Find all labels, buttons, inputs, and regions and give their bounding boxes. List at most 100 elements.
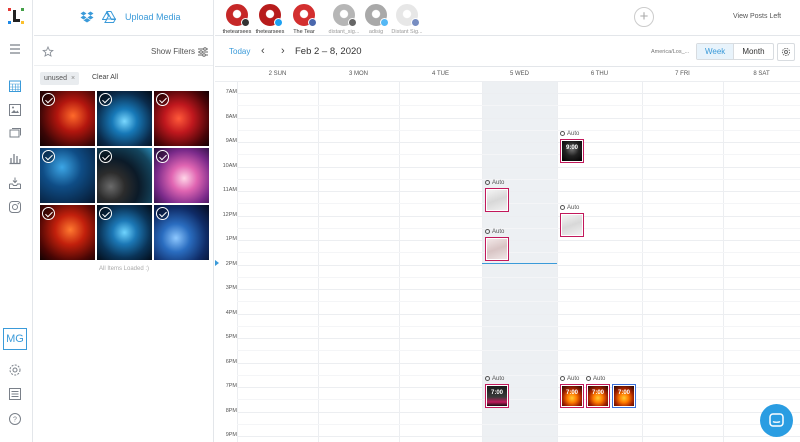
media-thumbnail[interactable] <box>97 91 152 146</box>
google-drive-icon[interactable] <box>101 10 117 24</box>
help-icon[interactable]: ? <box>8 412 22 426</box>
twitter-icon <box>274 18 283 27</box>
select-check-icon[interactable] <box>156 207 169 220</box>
scheduled-post[interactable]: Auto <box>485 228 509 261</box>
month-view-button[interactable]: Month <box>734 44 772 59</box>
current-time-line <box>482 263 557 264</box>
hour-line <box>237 313 800 315</box>
scheduled-post[interactable]: Auto 7:00 <box>586 375 610 408</box>
scheduled-post[interactable]: Auto 9:00 <box>560 130 584 163</box>
dropbox-icon[interactable] <box>80 10 94 24</box>
show-filters-button[interactable]: Show Filters <box>151 47 195 56</box>
hour-line <box>237 142 800 143</box>
scheduled-post[interactable]: Auto <box>560 204 584 237</box>
profile-twitter[interactable]: adisig <box>364 4 389 35</box>
select-check-icon[interactable] <box>156 150 169 163</box>
instagram-icon[interactable] <box>8 200 22 214</box>
favorites-star-icon[interactable] <box>42 45 54 57</box>
profile-facebook[interactable]: Distant Sig... <box>391 4 423 35</box>
user-avatar[interactable]: MG <box>3 328 27 350</box>
all-items-loaded-text: All Items Loaded :) <box>98 266 150 272</box>
post-preview[interactable]: 7:00 <box>485 384 509 408</box>
post-preview[interactable]: 7:00 <box>612 384 636 408</box>
post-preview[interactable]: 9:00 <box>560 139 584 163</box>
media-thumbnail[interactable] <box>154 148 209 203</box>
select-check-icon[interactable] <box>42 93 55 106</box>
post-image: 9:00 <box>562 141 582 161</box>
calendar-settings-icon[interactable] <box>777 43 795 61</box>
media-thumbnail[interactable] <box>97 205 152 260</box>
post-image: 7:00 <box>614 386 634 406</box>
scheduled-post[interactable]: Auto 7:00 <box>560 375 584 408</box>
filter-tag[interactable]: unused × <box>40 72 80 85</box>
analytics-icon[interactable] <box>8 151 22 165</box>
chat-support-button[interactable] <box>760 404 793 437</box>
remove-tag-icon[interactable]: × <box>71 75 75 82</box>
select-check-icon[interactable] <box>99 93 112 106</box>
select-check-icon[interactable] <box>156 93 169 106</box>
media-library-icon[interactable] <box>8 103 22 117</box>
filter-sliders-icon[interactable] <box>197 45 209 57</box>
post-preview[interactable]: 7:00 <box>560 384 584 408</box>
hour-line <box>237 387 800 388</box>
media-thumbnail[interactable] <box>97 148 152 203</box>
profile-twitter[interactable]: thetearsees <box>256 4 284 35</box>
scheduled-post[interactable]: Auto 7:00 <box>485 375 509 408</box>
clear-all-button[interactable]: Clear All <box>92 74 118 81</box>
list-icon[interactable] <box>8 387 22 401</box>
hour-line <box>237 338 800 339</box>
hour-label: 10AM <box>222 162 237 169</box>
post-preview[interactable] <box>560 212 584 237</box>
post-preview[interactable] <box>485 188 509 212</box>
previous-week-icon[interactable]: ‹ <box>261 45 265 57</box>
calendar-icon[interactable] <box>8 79 22 93</box>
next-week-icon[interactable]: › <box>281 45 285 57</box>
app-logo[interactable] <box>6 6 26 26</box>
select-check-icon[interactable] <box>42 150 55 163</box>
auto-publish-label: Auto <box>560 204 584 213</box>
select-check-icon[interactable] <box>42 207 55 220</box>
add-profile-button[interactable]: + <box>634 7 654 27</box>
messages-icon[interactable] <box>8 127 22 141</box>
inbox-icon[interactable] <box>8 176 22 190</box>
date-range: Feb 2 – 8, 2020 <box>295 46 362 57</box>
scheduled-post[interactable]: 7:00 <box>612 375 636 408</box>
hour-line <box>237 93 800 94</box>
media-thumbnail[interactable] <box>154 205 209 260</box>
media-thumbnail[interactable] <box>40 205 95 260</box>
day-header: 3 MON <box>348 71 368 77</box>
scheduled-post[interactable]: Auto <box>485 179 509 212</box>
profile-facebook[interactable]: The Tear <box>292 4 317 35</box>
calendar-toolbar: Today ‹ › Feb 2 – 8, 2020 America/Los_..… <box>215 37 800 67</box>
profile-avatar <box>259 4 283 27</box>
profile-instagram[interactable]: thetearsees <box>223 4 251 35</box>
media-thumbnail[interactable] <box>40 148 95 203</box>
view-posts-left-button[interactable]: View Posts Left <box>733 13 781 20</box>
hour-line <box>237 166 800 168</box>
upload-media-button[interactable]: Upload Media <box>125 12 181 22</box>
left-rail: MG ? <box>0 0 33 442</box>
media-thumbnail[interactable] <box>40 91 95 146</box>
auto-publish-label: Auto <box>485 375 509 384</box>
profile-instagram[interactable]: distant_sig... <box>329 4 359 35</box>
half-hour-line <box>237 350 800 352</box>
day-header: 2 SUN <box>268 71 287 77</box>
post-image <box>562 214 582 235</box>
today-button[interactable]: Today <box>229 47 250 56</box>
select-check-icon[interactable] <box>99 150 112 163</box>
auto-publish-label: Auto <box>560 130 584 139</box>
auto-publish-icon <box>485 180 490 185</box>
week-view-button[interactable]: Week <box>697 44 735 59</box>
settings-gear-icon[interactable] <box>8 363 22 377</box>
view-toggle: Week Month <box>696 43 774 60</box>
menu-icon[interactable] <box>8 42 22 56</box>
auto-label: Auto <box>492 376 505 382</box>
hour-label: 3PM <box>225 285 237 291</box>
half-hour-line <box>237 399 800 401</box>
timezone-selector[interactable]: America/Los_... <box>651 49 689 55</box>
media-thumbnail[interactable] <box>154 91 209 146</box>
post-preview[interactable] <box>485 237 509 261</box>
select-check-icon[interactable] <box>99 207 112 220</box>
half-hour-line <box>237 325 800 327</box>
post-preview[interactable]: 7:00 <box>586 384 610 408</box>
